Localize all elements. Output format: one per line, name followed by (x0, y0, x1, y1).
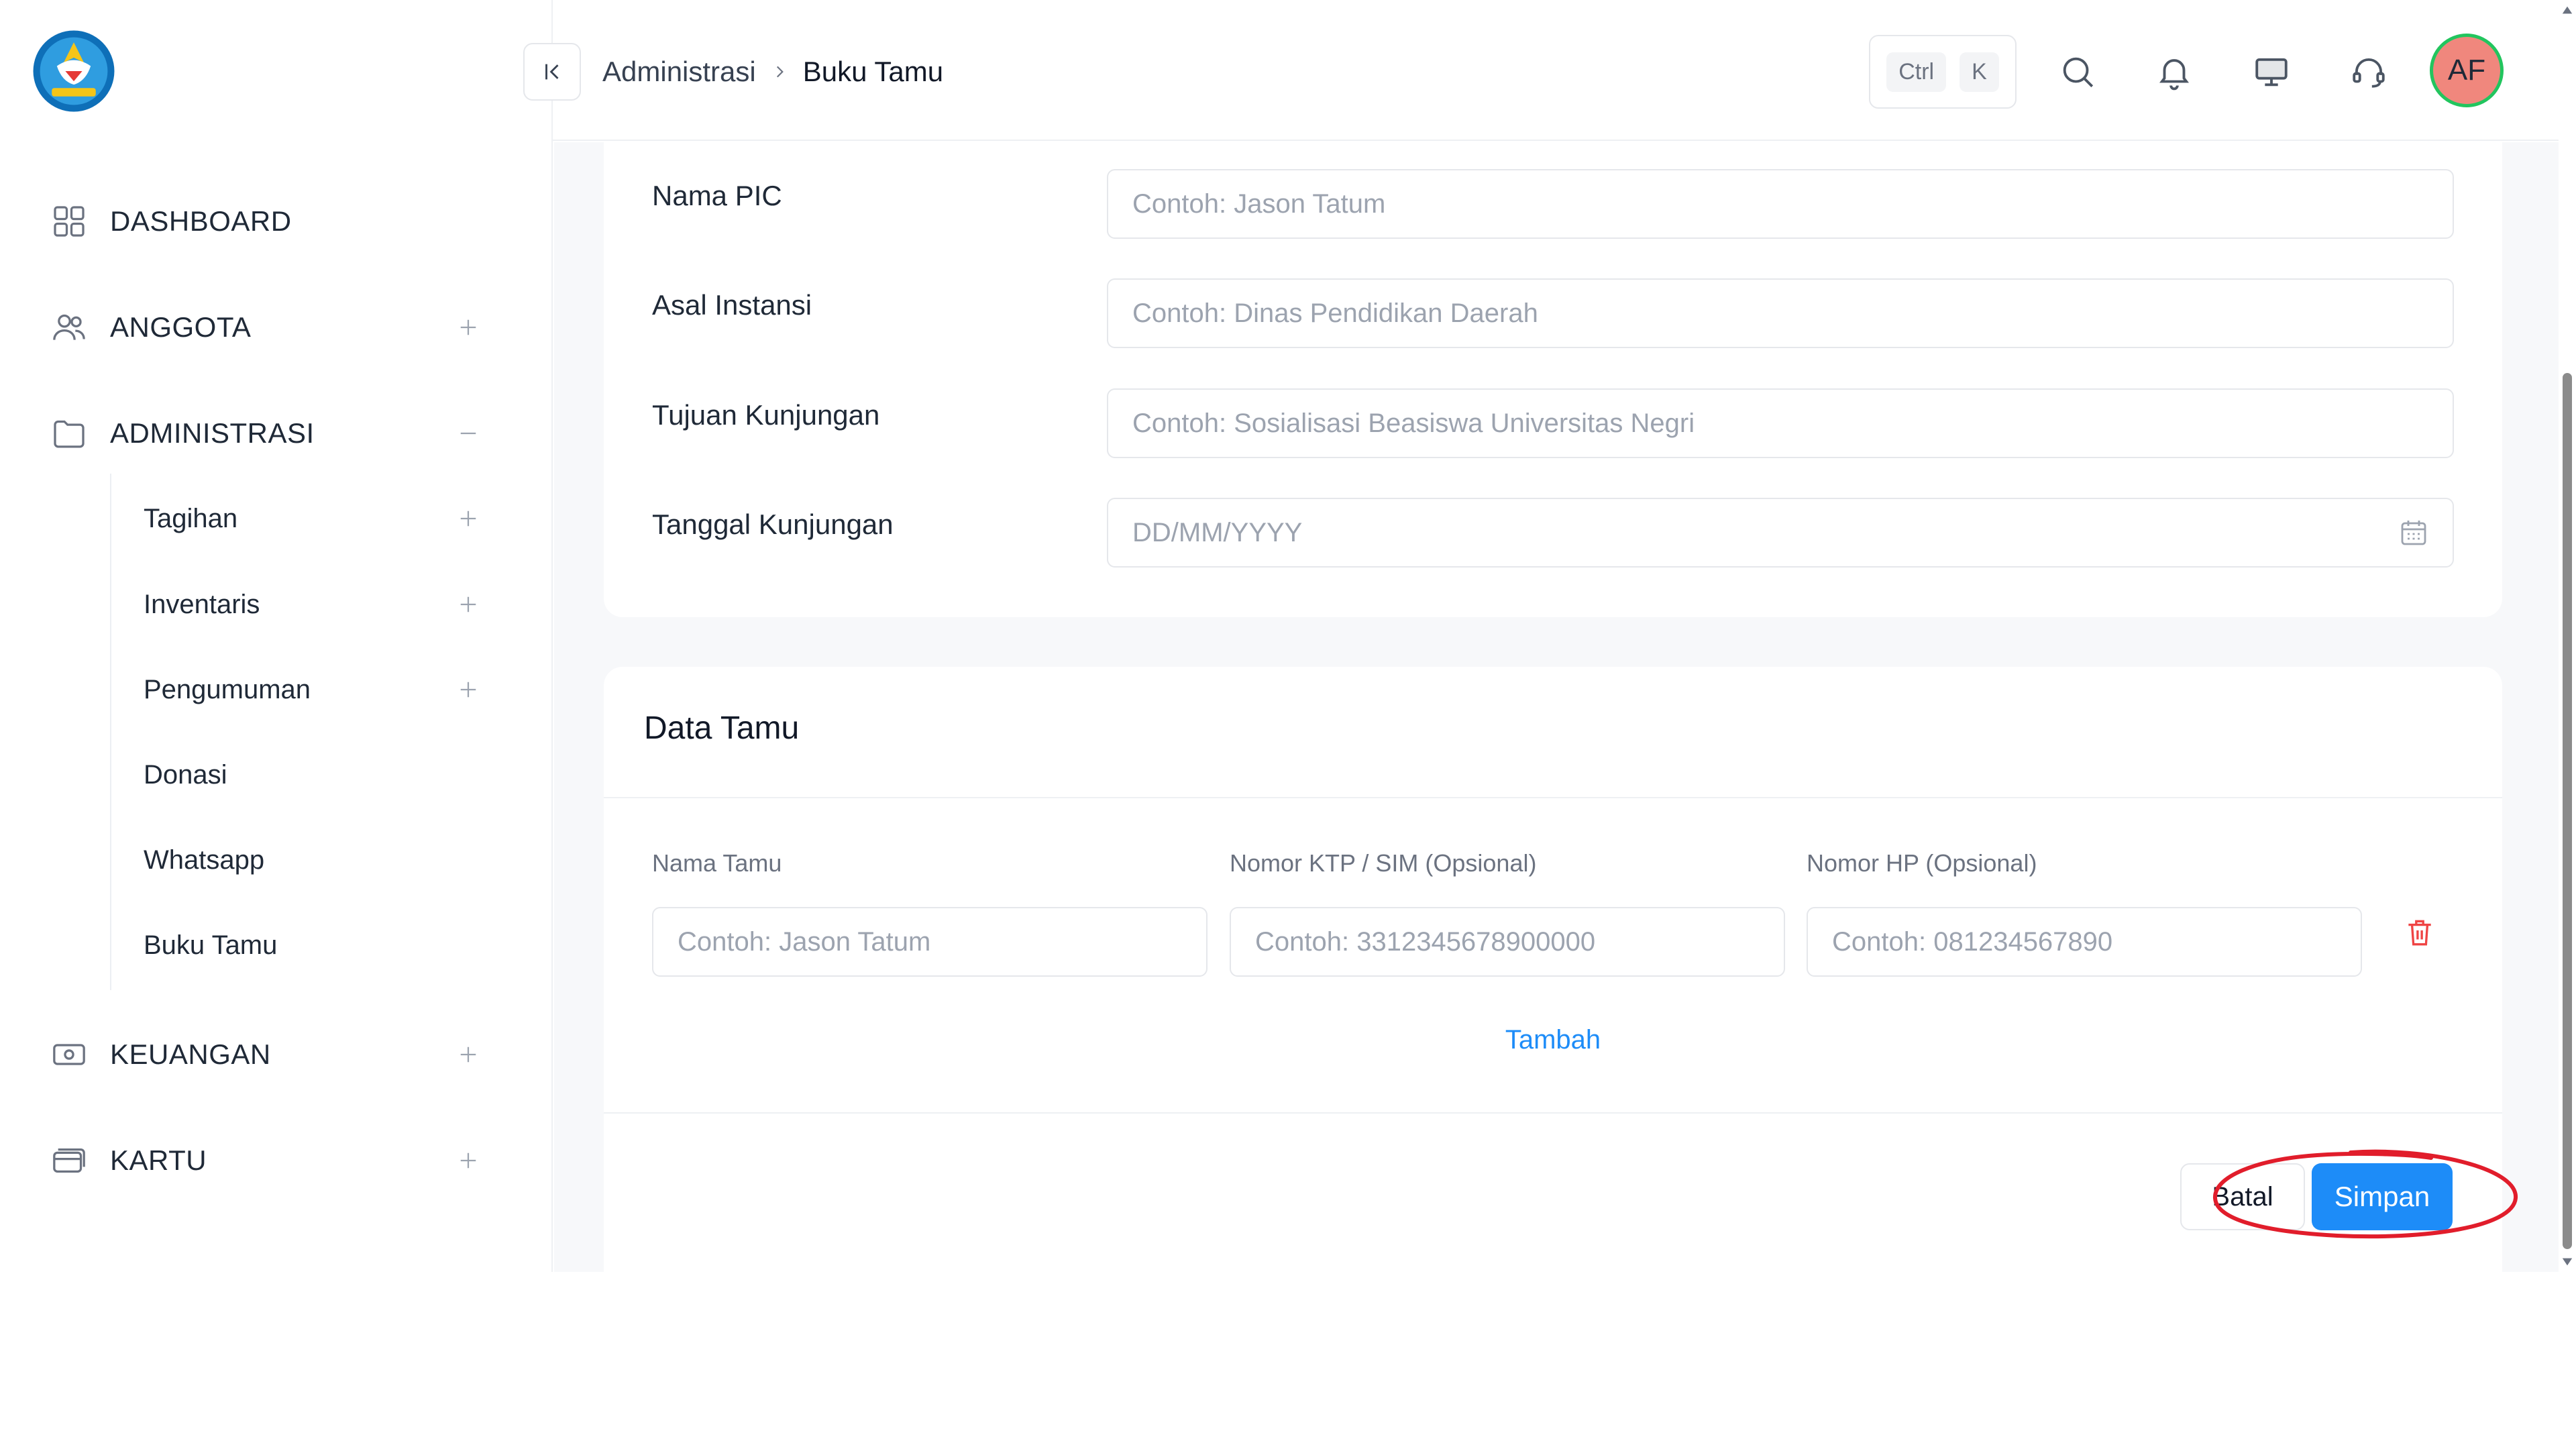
sidebar-subitem-whatsapp[interactable]: Whatsapp (144, 830, 483, 890)
sidebar-item-label: ANGGOTA (110, 311, 252, 343)
plus-icon[interactable] (453, 313, 483, 342)
plus-icon[interactable] (453, 504, 483, 533)
guest-section-title: Data Tamu (644, 710, 800, 746)
tanggal-kunjungan-input[interactable] (1107, 498, 2454, 568)
scroll-up-icon[interactable] (2561, 4, 2573, 16)
sidebar-subitem-inventaris[interactable]: Inventaris (144, 574, 483, 635)
sidebar: DASHBOARD ANGGOTA ADMINISTRASI Tagihan I… (0, 0, 553, 1272)
breadcrumb-current: Buku Tamu (802, 56, 944, 87)
breadcrumb: Administrasi Buku Tamu (602, 48, 943, 95)
sidebar-item-label: ADMINISTRASI (110, 417, 315, 449)
form-row-tanggal-kunjungan: Tanggal Kunjungan (652, 498, 2454, 568)
kbd-key-ctrl: Ctrl (1886, 52, 1947, 92)
submenu-guide-line (110, 474, 111, 990)
field-label: Tujuan Kunjungan (652, 399, 880, 431)
field-label: Nama PIC (652, 180, 782, 211)
save-button[interactable]: Simpan (2312, 1163, 2453, 1230)
plus-icon[interactable] (453, 1040, 483, 1069)
form-row-tujuan-kunjungan: Tujuan Kunjungan (652, 388, 2454, 458)
folder-icon (47, 411, 91, 455)
top-header: Administrasi Buku Tamu Ctrl K AF (523, 0, 2576, 141)
plus-icon[interactable] (453, 675, 483, 704)
sidebar-subitem-label: Pengumuman (144, 674, 311, 704)
tujuan-kunjungan-input[interactable] (1107, 388, 2454, 458)
collapse-sidebar-button[interactable] (523, 43, 581, 101)
sidebar-item-label: DASHBOARD (110, 205, 292, 237)
plus-icon[interactable] (453, 1146, 483, 1175)
plus-icon[interactable] (453, 590, 483, 619)
asal-instansi-input[interactable] (1107, 278, 2454, 348)
nama-pic-input[interactable] (1107, 169, 2454, 239)
monitor-icon[interactable] (2241, 42, 2302, 102)
nomor-ktp-input[interactable] (1230, 907, 1785, 977)
sidebar-subitem-label: Whatsapp (144, 845, 265, 875)
grid-icon (47, 199, 91, 244)
column-label-nama-tamu: Nama Tamu (652, 849, 782, 877)
tut-wuri-handayani-logo[interactable] (32, 29, 116, 113)
headset-icon[interactable] (2339, 42, 2399, 102)
column-label-nomor-ktp: Nomor KTP / SIM (Opsional) (1230, 849, 1537, 877)
breadcrumb-parent[interactable]: Administrasi (602, 56, 756, 88)
field-label: Asal Instansi (652, 289, 812, 321)
sidebar-subitem-label: Tagihan (144, 503, 238, 533)
sidebar-item-administrasi[interactable]: ADMINISTRASI (47, 403, 483, 464)
collapse-left-icon (545, 64, 559, 80)
sidebar-subitem-label: Inventaris (144, 589, 260, 619)
sidebar-item-label: KARTU (110, 1144, 207, 1176)
sidebar-item-label: KEUANGAN (110, 1038, 271, 1070)
kbd-key-k: K (1960, 52, 1999, 92)
divider (604, 797, 2502, 798)
scroll-down-icon[interactable] (2561, 1256, 2573, 1268)
minus-icon[interactable] (453, 419, 483, 448)
cancel-button[interactable]: Batal (2180, 1163, 2305, 1230)
chevron-right-icon (771, 63, 788, 80)
trash-icon[interactable] (2403, 914, 2436, 951)
divider (604, 1112, 2502, 1114)
sidebar-subitem-donasi[interactable]: Donasi (144, 745, 483, 805)
bell-icon[interactable] (2144, 42, 2204, 102)
money-icon (47, 1032, 91, 1077)
blank-area (0, 1272, 2576, 1449)
card-icon (47, 1138, 91, 1183)
column-label-nomor-hp: Nomor HP (Opsional) (1807, 849, 2037, 877)
sidebar-subitem-tagihan[interactable]: Tagihan (144, 488, 483, 549)
scrollbar-thumb[interactable] (2563, 373, 2572, 1249)
sidebar-item-keuangan[interactable]: KEUANGAN (47, 1024, 483, 1085)
sidebar-item-dashboard[interactable]: DASHBOARD (47, 191, 483, 252)
app-window: DASHBOARD ANGGOTA ADMINISTRASI Tagihan I… (0, 0, 2576, 1272)
nama-tamu-input[interactable] (652, 907, 1208, 977)
form-row-nama-pic: Nama PIC (652, 169, 2454, 239)
sidebar-subitem-label: Buku Tamu (144, 930, 278, 960)
calendar-icon[interactable] (2398, 517, 2430, 549)
users-icon (47, 305, 91, 350)
sidebar-subitem-label: Donasi (144, 759, 227, 790)
add-guest-link[interactable]: Tambah (1476, 1025, 1630, 1065)
page-scrollbar[interactable] (2559, 0, 2576, 1272)
sidebar-item-kartu[interactable]: KARTU (47, 1130, 483, 1191)
user-avatar[interactable]: AF (2430, 34, 2504, 107)
sidebar-subitem-pengumuman[interactable]: Pengumuman (144, 659, 483, 720)
sidebar-item-anggota[interactable]: ANGGOTA (47, 297, 483, 358)
field-label: Tanggal Kunjungan (652, 508, 894, 540)
search-icon[interactable] (2047, 42, 2108, 102)
sidebar-subitem-buku-tamu[interactable]: Buku Tamu (144, 915, 483, 975)
form-row-asal-instansi: Asal Instansi (652, 278, 2454, 348)
command-shortcut[interactable]: Ctrl K (1869, 35, 2017, 109)
nomor-hp-input[interactable] (1807, 907, 2362, 977)
